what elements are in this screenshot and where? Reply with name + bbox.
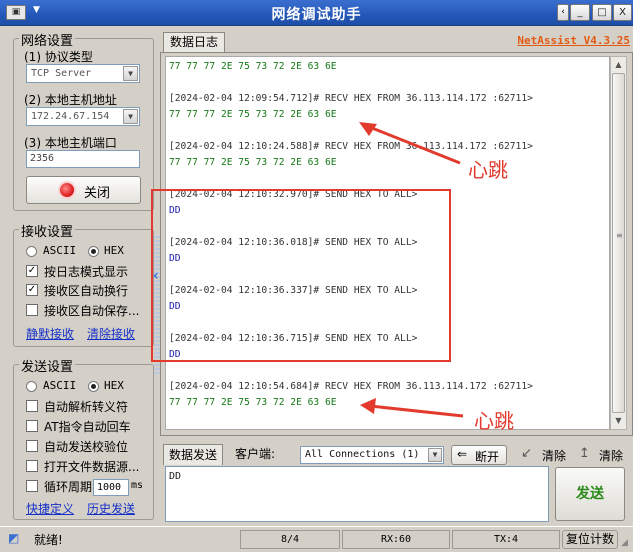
- heartbeat-label-top: 心跳: [468, 158, 508, 182]
- loop-label: 循环周期: [44, 480, 93, 494]
- arrow-annotation-top: [359, 122, 461, 165]
- receive-hex-radio[interactable]: [88, 246, 99, 257]
- reset-counter-button[interactable]: 复位计数: [562, 530, 618, 549]
- log-received-data: 77 77 77 2E 75 73 72 2E 63 6E: [169, 109, 337, 120]
- receive-ascii-label: ASCII: [43, 244, 77, 257]
- send-settings-title: 发送设置: [19, 356, 76, 375]
- at-command-checkbox[interactable]: [26, 420, 38, 432]
- brand-link[interactable]: NetAssist V4.3.25: [490, 34, 630, 47]
- host-value: 172.24.67.154: [31, 111, 110, 122]
- send-hex-label: HEX: [104, 379, 124, 392]
- arrow-annotation-bottom: [360, 398, 464, 418]
- file-source-checkbox[interactable]: [26, 460, 38, 472]
- escape-label: 自动解析转义符: [44, 400, 129, 414]
- send-ascii-radio[interactable]: [26, 381, 37, 392]
- clear-receive-link[interactable]: 清除接收: [87, 325, 135, 342]
- client-value: All Connections (1): [305, 449, 420, 460]
- silent-receive-link[interactable]: 静默接收: [26, 325, 74, 342]
- log-header-line: [2024-02-04 12:10:54.684]# RECV HEX FROM…: [169, 381, 533, 392]
- close-button[interactable]: X: [613, 4, 632, 21]
- protocol-value: TCP Server: [31, 68, 92, 79]
- close-button-label: 关闭: [84, 186, 111, 201]
- help-icon[interactable]: ‹: [557, 4, 569, 21]
- scroll-up-icon[interactable]: ▲: [612, 58, 625, 72]
- tab-data-send[interactable]: 数据发送: [163, 444, 223, 465]
- send-input[interactable]: DD: [165, 466, 549, 522]
- disconnect-icon: ⇐: [457, 447, 468, 461]
- client-select[interactable]: All Connections (1) ▼: [300, 446, 444, 464]
- send-history-link[interactable]: 历史发送: [87, 500, 135, 517]
- log-received-data: 77 77 77 2E 75 73 72 2E 63 6E: [169, 157, 337, 168]
- scroll-down-icon[interactable]: ▼: [612, 414, 625, 428]
- chevron-down-icon[interactable]: ▼: [428, 448, 442, 462]
- rx-counter: RX:60: [342, 530, 450, 549]
- at-command-label: AT指令自动回车: [44, 420, 131, 434]
- auto-wrap-label: 接收区自动换行: [44, 284, 129, 298]
- file-source-label: 打开文件数据源...: [44, 460, 140, 474]
- title-bar: ▣ ▼ 网络调试助手 ‹ _ □ X: [0, 0, 633, 26]
- log-received-data: 77 77 77 2E 75 73 72 2E 63 6E: [169, 61, 337, 72]
- clear-send-button[interactable]: 清除: [599, 447, 623, 464]
- status-bar: ◩ 就绪! 8/4 RX:60 TX:4 复位计数 ◢: [0, 526, 633, 552]
- auto-wrap-checkbox[interactable]: ✓: [26, 284, 38, 296]
- chevron-down-icon[interactable]: ▼: [123, 66, 138, 81]
- host-select[interactable]: 172.24.67.154 ▼: [26, 107, 140, 126]
- shortcut-define-link[interactable]: 快捷定义: [26, 500, 74, 517]
- clear-send-icon[interactable]: ↥: [579, 446, 590, 461]
- log-header-line: [2024-02-04 12:10:24.588]# RECV HEX FROM…: [169, 141, 533, 152]
- log-received-data: 77 77 77 2E 75 73 72 2E 63 6E: [169, 397, 337, 408]
- ready-text: 就绪!: [34, 533, 63, 547]
- maximize-button[interactable]: □: [592, 4, 612, 21]
- receive-ascii-radio[interactable]: [26, 246, 37, 257]
- network-settings-title: 网络设置: [19, 30, 76, 49]
- log-mode-checkbox[interactable]: ✓: [26, 265, 38, 277]
- auto-save-checkbox[interactable]: [26, 304, 38, 316]
- checksum-checkbox[interactable]: [26, 440, 38, 452]
- send-hex-radio[interactable]: [88, 381, 99, 392]
- loop-period-input[interactable]: 1000: [93, 479, 129, 496]
- resize-grip-icon[interactable]: ◢: [621, 538, 628, 548]
- ready-icon: ◩: [8, 531, 20, 545]
- port-label: (3) 本地主机端口: [24, 136, 117, 150]
- loop-unit-label: ms: [131, 480, 144, 491]
- host-label: (2) 本地主机地址: [24, 93, 117, 107]
- highlight-box: [151, 189, 451, 362]
- heartbeat-label-bottom: 心跳: [474, 409, 514, 433]
- receive-settings-title: 接收设置: [19, 221, 76, 240]
- escape-checkbox[interactable]: [26, 400, 38, 412]
- status-light-icon: [60, 183, 74, 197]
- port-input[interactable]: 2356: [26, 150, 140, 168]
- window-title: 网络调试助手: [271, 7, 362, 23]
- receive-hex-label: HEX: [104, 244, 124, 257]
- protocol-select[interactable]: TCP Server ▼: [26, 64, 140, 83]
- checksum-label: 自动发送校验位: [44, 440, 129, 454]
- close-connection-button[interactable]: 关闭: [26, 176, 141, 204]
- chevron-down-icon[interactable]: ▼: [123, 109, 138, 124]
- protocol-label: (1) 协议类型: [24, 50, 93, 64]
- clear-log-icon[interactable]: ↙: [521, 446, 532, 461]
- minimize-button[interactable]: _: [570, 4, 590, 21]
- log-scrollbar[interactable]: ▲ ≡ ▼: [610, 56, 627, 430]
- packet-counter: 8/4: [240, 530, 340, 549]
- tab-data-log[interactable]: 数据日志: [163, 32, 225, 53]
- tx-counter: TX:4: [452, 530, 560, 549]
- log-header-line: [2024-02-04 12:09:54.712]# RECV HEX FROM…: [169, 93, 533, 104]
- disconnect-button[interactable]: ⇐ 断开: [451, 445, 507, 465]
- client-label: 客户端:: [235, 447, 276, 461]
- log-mode-label: 按日志模式显示: [44, 265, 129, 279]
- loop-checkbox[interactable]: [26, 480, 38, 492]
- clear-log-button[interactable]: 清除: [542, 447, 566, 464]
- send-button[interactable]: 发送: [555, 467, 625, 521]
- disconnect-label: 断开: [475, 450, 500, 464]
- grip-icon: ≡: [616, 231, 623, 240]
- scroll-thumb[interactable]: ≡: [612, 73, 625, 413]
- send-ascii-label: ASCII: [43, 379, 77, 392]
- auto-save-label: 接收区自动保存...: [44, 304, 140, 318]
